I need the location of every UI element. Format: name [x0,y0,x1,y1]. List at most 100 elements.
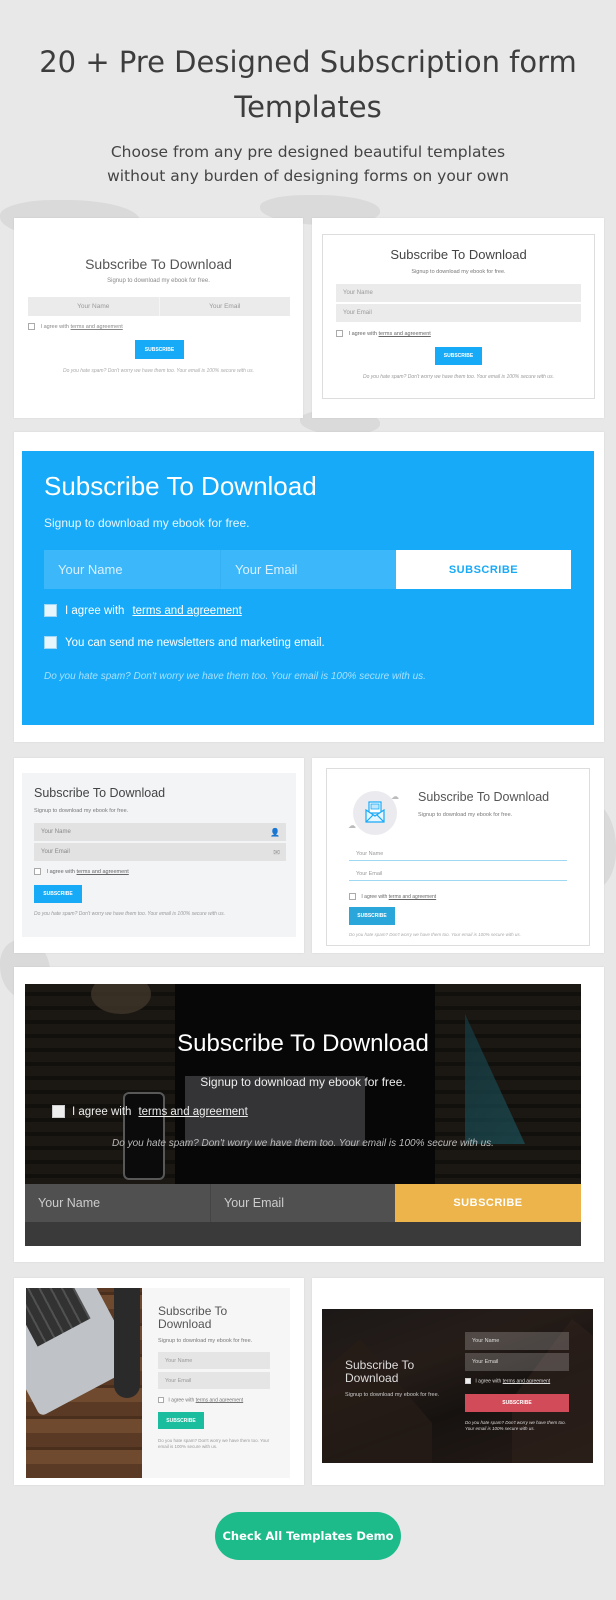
spam-note: Do you hate spam? Don't worry we have th… [44,671,426,682]
email-input[interactable]: Your Email ✉ [34,843,286,861]
agree-checkbox[interactable] [34,868,41,875]
agree-label: I agree with [65,604,125,617]
template-preview-5[interactable]: ☁ ☁ Subscribe To Download Signup to down… [312,758,604,953]
agree-row: I agree with terms and agreement [465,1378,550,1384]
terms-link[interactable]: terms and agreement [503,1378,551,1384]
form-title: Subscribe To Download [390,247,527,262]
form-subtitle: Signup to download my ebook for free. [44,516,250,530]
spam-note: Do you hate spam? Don't worry we have th… [349,932,521,937]
name-input[interactable]: Your Name [25,1184,210,1222]
form-footer-bar [25,1222,581,1246]
subscribe-button[interactable]: SUBSCRIBE [396,550,571,589]
agree-checkbox[interactable] [336,330,343,337]
terms-link[interactable]: terms and agreement [196,1397,244,1403]
terms-link[interactable]: terms and agreement [71,324,123,330]
template-preview-2[interactable]: Subscribe To Download Signup to download… [312,218,604,418]
agree-checkbox[interactable] [52,1105,65,1118]
terms-link[interactable]: terms and agreement [138,1106,247,1118]
form-title: Subscribe To Download [345,1358,415,1385]
newsletter-row: You can send me newsletters and marketin… [44,636,325,649]
template-preview-4[interactable]: Subscribe To Download Signup to download… [14,758,304,953]
form-subtitle: Signup to download my ebook for free. [107,278,210,284]
subscribe-button[interactable]: SUBSCRIBE [435,347,482,365]
terms-link[interactable]: terms and agreement [132,605,241,617]
subscribe-button[interactable]: SUBSCRIBE [465,1394,569,1412]
form-box: ☁ ☁ Subscribe To Download Signup to down… [326,768,590,946]
spam-note: Do you hate spam? Don't worry we have th… [34,911,225,917]
spam-note: Do you hate spam? Don't worry we have th… [465,1420,566,1431]
name-input[interactable]: Your Name [465,1332,569,1350]
cloud-icon: ☁ [348,821,356,830]
subtitle-line-2: without any burden of designing forms on… [107,167,509,185]
template-preview-1[interactable]: Subscribe To Download Signup to download… [14,218,303,418]
form-box: Subscribe To Download Signup to download… [26,1288,290,1478]
agree-row: I agree with terms and agreement [52,1105,248,1118]
email-input[interactable]: Your Email [220,550,396,589]
name-input[interactable]: Your Name [44,550,220,589]
subscribe-button[interactable]: SUBSCRIBE [135,340,184,359]
agree-label: I agree with [72,1105,132,1118]
cloud-icon: ☁ [391,792,399,801]
template-preview-8[interactable]: Subscribe To Download Signup to download… [312,1278,604,1485]
agree-row: I agree with terms and agreement [349,893,436,900]
form-title: Subscribe To Download [34,786,166,800]
input-row: Your Name Your Email [28,297,290,316]
subscribe-button[interactable]: SUBSCRIBE [349,907,395,925]
agree-checkbox[interactable] [465,1378,471,1384]
terms-link[interactable]: terms and agreement [379,331,431,337]
spam-note: Do you hate spam? Don't worry we have th… [63,368,254,374]
form-box: Subscribe To Download Signup to download… [22,451,594,725]
agree-checkbox[interactable] [158,1397,164,1403]
email-input[interactable]: Your Email [336,304,581,322]
email-input[interactable]: Your Email [158,297,290,316]
agree-label: I agree with [46,868,75,875]
form-title: Subscribe To Download [44,471,317,501]
form-box: Subscribe To Download Signup to download… [322,1309,593,1463]
name-input[interactable]: Your Name 👤 [34,823,286,841]
agree-checkbox[interactable] [44,604,57,617]
agree-row: I agree with terms and agreement [336,330,431,337]
check-all-templates-button[interactable]: Check All Templates Demo [215,1512,401,1560]
terms-link[interactable]: terms and agreement [77,869,129,875]
envelope-icon [365,801,385,823]
subscribe-button[interactable]: SUBSCRIBE [34,885,82,903]
template-preview-3[interactable]: Subscribe To Download Signup to download… [14,432,604,742]
page-subtitle: Choose from any pre designed beautiful t… [0,140,616,188]
form-box: Subscribe To Download Signup to download… [322,234,595,399]
terms-link[interactable]: terms and agreement [389,894,437,900]
agree-label: I agree with [475,1378,502,1385]
email-input[interactable]: Your Email [210,1184,395,1222]
agree-row: I agree with terms and agreement [28,323,123,330]
email-input[interactable]: Your Email [465,1353,569,1371]
email-input[interactable]: Your Email [158,1372,270,1389]
name-input[interactable]: Your Name [349,847,567,861]
form-box: Subscribe To Download Signup to download… [22,773,296,937]
agree-row: I agree with terms and agreement [158,1397,243,1403]
form-subtitle: Signup to download my ebook for free. [411,269,506,275]
agree-row: I agree with terms and agreement [34,868,129,875]
name-input[interactable]: Your Name [28,297,159,316]
wood-desk-photo [26,1288,142,1478]
form-subtitle: Signup to download my ebook for free. [200,1075,406,1089]
input-row: Your Name Your Email SUBSCRIBE [25,1184,581,1222]
spam-note: Do you hate spam? Don't worry we have th… [158,1438,270,1449]
form-subtitle: Signup to download my ebook for free. [345,1392,440,1398]
name-input[interactable]: Your Name [158,1352,270,1369]
agree-checkbox[interactable] [28,323,35,330]
subscribe-button[interactable]: SUBSCRIBE [395,1184,581,1222]
agree-label: I agree with [361,893,388,900]
agree-checkbox[interactable] [349,893,356,900]
form-box: Subscribe To Download Signup to download… [25,984,581,1246]
name-input[interactable]: Your Name [336,284,581,302]
template-preview-7[interactable]: Subscribe To Download Signup to download… [14,1278,304,1485]
subscribe-button[interactable]: SUBSCRIBE [158,1412,204,1429]
newsletter-checkbox[interactable] [44,636,57,649]
email-input[interactable]: Your Email [349,867,567,881]
page-title: 20 + Pre Designed Subscription form Temp… [39,45,577,124]
user-icon: 👤 [270,827,280,837]
email-placeholder: Your Email [41,849,70,855]
template-preview-6[interactable]: Subscribe To Download Signup to download… [14,967,604,1262]
subtitle-line-1: Choose from any pre designed beautiful t… [110,143,506,161]
agree-row: I agree with terms and agreement [44,604,242,617]
spam-note: Do you hate spam? Don't worry we have th… [363,374,554,380]
